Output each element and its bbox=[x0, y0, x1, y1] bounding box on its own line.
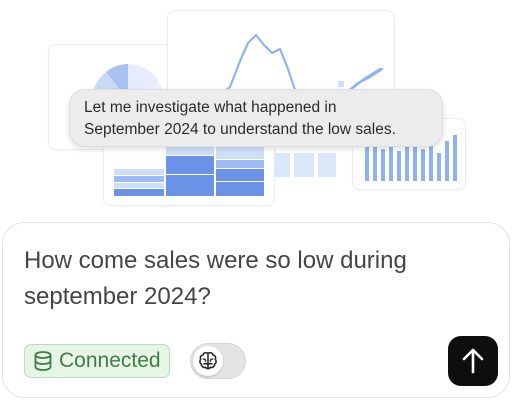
reasoning-toggle[interactable] bbox=[190, 343, 246, 379]
stacked-bar-chart-icon bbox=[114, 147, 264, 196]
database-icon bbox=[34, 351, 52, 371]
prompt-line-1: How come sales were so low during bbox=[24, 247, 407, 274]
assistant-message-line-2: September 2024 to understand the low sal… bbox=[84, 121, 396, 138]
brain-icon bbox=[199, 351, 217, 370]
connected-label: Connected bbox=[59, 349, 161, 372]
chat-composer: How come sales were so low during septem… bbox=[2, 222, 510, 398]
prompt-line-2: september 2024? bbox=[24, 283, 211, 310]
send-button[interactable] bbox=[448, 336, 498, 386]
assistant-message-line-1: Let me investigate what happened in bbox=[84, 99, 337, 116]
assistant-message-bubble: Let me investigate what happened in Sept… bbox=[69, 89, 443, 147]
toggle-knob bbox=[193, 346, 223, 376]
arrow-up-icon bbox=[462, 348, 484, 374]
strip-cell bbox=[274, 153, 290, 177]
stacked-bar-chart-card bbox=[103, 140, 275, 206]
prompt-input[interactable]: How come sales were so low during septem… bbox=[24, 243, 484, 315]
strip-cell bbox=[294, 153, 314, 177]
strip-cell bbox=[318, 153, 336, 177]
connected-badge[interactable]: Connected bbox=[24, 344, 170, 378]
